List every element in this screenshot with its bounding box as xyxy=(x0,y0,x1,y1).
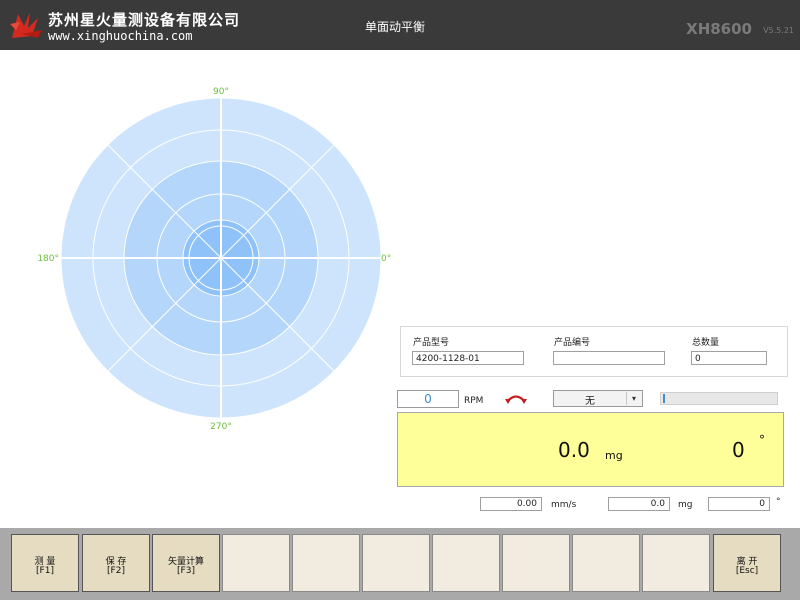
measure-button-key: [F1] xyxy=(36,566,54,576)
product-model-label: 产品型号 xyxy=(413,338,450,348)
angle-value: 0 xyxy=(732,438,745,462)
model-name: XH8600 xyxy=(686,20,752,38)
exit-button-key: [Esc] xyxy=(735,566,759,576)
exit-button[interactable]: 离 开 [Esc] xyxy=(713,534,781,592)
velocity-unit: mm/s xyxy=(551,500,577,510)
angle-unit: ° xyxy=(759,433,765,447)
save-button[interactable]: 保 存 [F2] xyxy=(82,534,150,592)
save-button-key: [F2] xyxy=(107,566,125,576)
rpm-display: 0 xyxy=(397,390,459,408)
mode-select[interactable]: 无 ▾ xyxy=(553,390,643,407)
measure-button[interactable]: 测 量 [F1] xyxy=(11,534,79,592)
progress-fill xyxy=(663,394,665,403)
product-info-panel: 产品型号 4200-1128-01 产品编号 总数量 0 xyxy=(400,326,788,377)
empty-function-button[interactable] xyxy=(642,534,710,592)
empty-function-button[interactable] xyxy=(572,534,640,592)
polar-label-90: 90° xyxy=(213,87,229,97)
total-count-label: 总数量 xyxy=(692,338,720,348)
total-count-field[interactable]: 0 xyxy=(691,351,767,365)
empty-function-button[interactable] xyxy=(292,534,360,592)
empty-function-button[interactable] xyxy=(222,534,290,592)
rotation-direction-icon xyxy=(505,395,527,404)
rpm-unit-label: RPM xyxy=(464,396,484,406)
unbalance-readout-panel: 0.0 mg 0 ° xyxy=(397,412,784,487)
version-number: V5.5.21 xyxy=(763,26,794,35)
vector-calc-button[interactable]: 矢量计算 [F3] xyxy=(152,534,220,592)
product-model-field[interactable]: 4200-1128-01 xyxy=(412,351,524,365)
header-bar: 苏州星火量测设备有限公司 www.xinghuochina.com 单面动平衡 … xyxy=(0,0,800,50)
mg-value-field: 0.0 xyxy=(608,497,670,511)
polar-label-0: 0° xyxy=(381,254,391,264)
velocity-value-field: 0.00 xyxy=(480,497,542,511)
product-serial-field[interactable] xyxy=(553,351,665,365)
page-title: 单面动平衡 xyxy=(364,20,425,34)
empty-function-button[interactable] xyxy=(362,534,430,592)
company-logo-icon xyxy=(10,12,42,38)
progress-bar xyxy=(660,392,778,405)
empty-function-button[interactable] xyxy=(502,534,570,592)
company-website: www.xinghuochina.com xyxy=(48,29,193,43)
company-name: 苏州星火量测设备有限公司 xyxy=(48,11,241,29)
polar-target: 90° 180° 0° 270° xyxy=(37,87,391,432)
polar-label-270: 270° xyxy=(210,422,232,432)
mode-select-value: 无 xyxy=(585,396,595,407)
vector-calc-button-key: [F3] xyxy=(177,566,195,576)
angle-field-unit: ° xyxy=(776,497,781,507)
angle-value-field: 0 xyxy=(708,497,770,511)
empty-function-button[interactable] xyxy=(432,534,500,592)
polar-label-180: 180° xyxy=(37,254,59,264)
mg-unit: mg xyxy=(678,500,693,510)
product-serial-label: 产品编号 xyxy=(554,338,591,348)
amplitude-value: 0.0 xyxy=(558,438,590,462)
amplitude-unit: mg xyxy=(605,449,623,462)
function-key-bar: 测 量 [F1] 保 存 [F2] 矢量计算 [F3] 离 开 [Esc] xyxy=(0,528,800,600)
chevron-down-icon[interactable]: ▾ xyxy=(626,392,641,405)
